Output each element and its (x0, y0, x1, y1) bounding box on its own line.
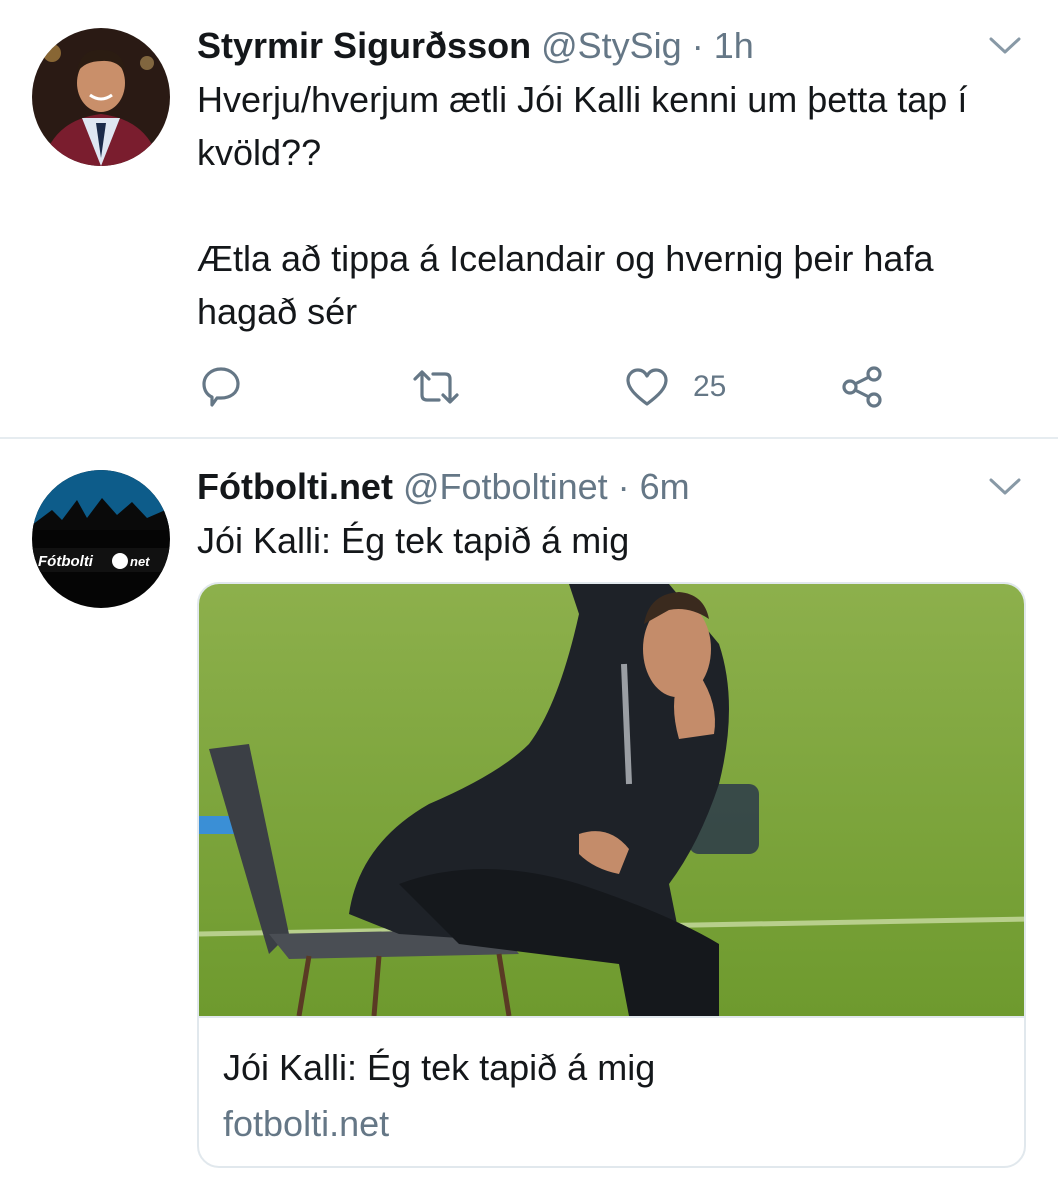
reply-button[interactable] (201, 362, 241, 412)
share-icon (841, 365, 885, 409)
reply-icon (201, 365, 241, 409)
like-button[interactable]: 25 (625, 362, 726, 412)
separator-dot: · (691, 25, 704, 66)
user-handle[interactable]: @Fotboltinet (403, 466, 608, 507)
avatar[interactable]: Fótbolti net (32, 470, 170, 608)
svg-text:net: net (130, 554, 150, 569)
user-handle[interactable]: @StySig (541, 25, 682, 66)
chevron-down-icon[interactable] (988, 477, 1022, 497)
tweet-text: Hverju/hverjum ætli Jói Kalli kenni um þ… (197, 79, 968, 332)
chevron-down-icon[interactable] (988, 36, 1022, 56)
tweet[interactable]: Fótbolti net Fótbolti.net @Fotboltinet ·… (0, 439, 1058, 1200)
heart-icon (625, 367, 669, 407)
timestamp[interactable]: 1h (714, 25, 754, 66)
display-name[interactable]: Fótbolti.net (197, 466, 393, 507)
like-count: 25 (693, 370, 727, 403)
tweet-header: Fótbolti.net @Fotboltinet · 6m (197, 467, 690, 507)
display-name[interactable]: Styrmir Sigurðsson (197, 25, 531, 66)
retweet-icon (411, 367, 461, 407)
card-domain[interactable]: fotbolti.net (223, 1102, 389, 1146)
share-button[interactable] (841, 362, 885, 412)
retweet-button[interactable] (411, 362, 461, 412)
separator-dot: · (617, 466, 630, 507)
timestamp[interactable]: 6m (640, 466, 690, 507)
card-image[interactable] (199, 584, 1024, 1017)
card-divider (199, 1016, 1024, 1018)
link-card[interactable]: Jói Kalli: Ég tek tapið á mig fotbolti.n… (197, 582, 1026, 1168)
card-title[interactable]: Jói Kalli: Ég tek tapið á mig (223, 1046, 655, 1090)
action-bar: 25 (197, 362, 957, 412)
tweet-header: Styrmir Sigurðsson @StySig · 1h (197, 26, 754, 66)
logo-text: Fótbolti (38, 553, 94, 570)
tweet[interactable]: Styrmir Sigurðsson @StySig · 1h Hverju/h… (0, 0, 1058, 439)
tweet-text: Jói Kalli: Ég tek tapið á mig (197, 520, 630, 561)
avatar[interactable] (32, 28, 170, 166)
